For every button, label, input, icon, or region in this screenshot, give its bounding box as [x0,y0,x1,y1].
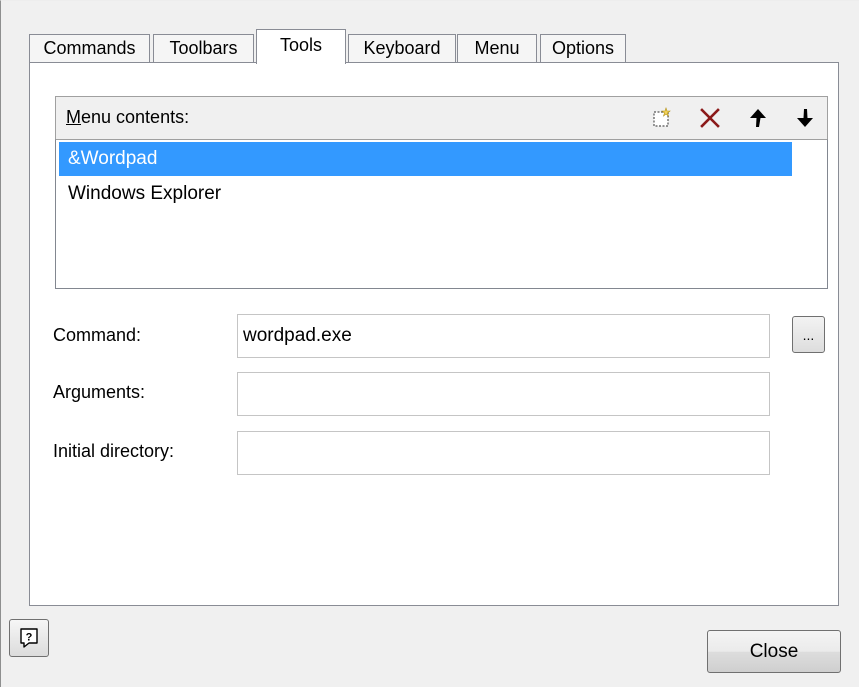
command-label: Command: [53,325,142,345]
browse-button[interactable]: ... [792,316,825,353]
arguments-field[interactable] [237,372,770,416]
help-button[interactable]: ? [9,619,49,657]
customize-dialog: Commands Toolbars Tools Keyboard Menu Op… [0,0,859,687]
menu-contents-label: Menu contents: [66,107,190,127]
initial-directory-label: Initial directory: [53,441,175,461]
arguments-label: Arguments: [53,382,146,402]
move-down-icon[interactable] [791,104,819,132]
initial-directory-field[interactable] [237,431,770,475]
list-item-wordpad[interactable]: &Wordpad [59,142,792,176]
tab-keyboard[interactable]: Keyboard [348,34,456,63]
tab-tools[interactable]: Tools [256,29,346,64]
new-item-icon[interactable] [648,104,676,132]
delete-icon[interactable] [696,104,724,132]
list-item-windows-explorer[interactable]: Windows Explorer [59,177,221,211]
tab-menu[interactable]: Menu [457,34,537,63]
move-up-icon[interactable] [744,104,772,132]
close-button[interactable]: Close [707,630,841,673]
help-icon: ? [20,628,38,648]
command-field[interactable]: wordpad.exe [237,314,770,358]
menu-contents-header: Menu contents: [55,96,828,139]
tab-toolbars[interactable]: Toolbars [153,34,254,63]
tab-strip: Commands Toolbars Tools Keyboard Menu Op… [29,29,629,64]
tab-commands[interactable]: Commands [29,34,150,63]
svg-text:?: ? [26,632,33,644]
tools-tab-panel: Menu contents: &Wordpad Windows Explorer… [29,62,839,606]
tab-options[interactable]: Options [540,34,626,63]
menu-contents-list[interactable]: &Wordpad Windows Explorer [55,139,828,289]
